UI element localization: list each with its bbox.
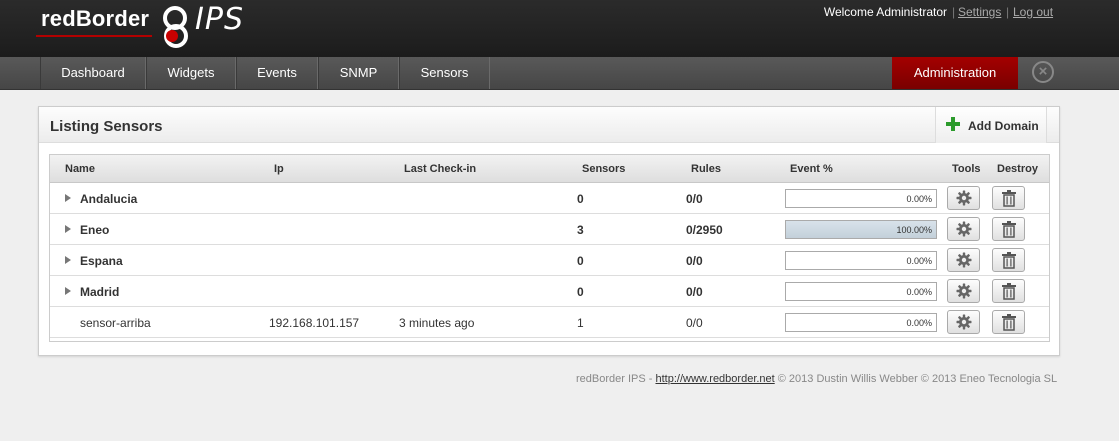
header-separator: | <box>1006 5 1010 19</box>
row-sensors: 3 <box>577 223 584 237</box>
event-pct-text: 0.00% <box>906 194 932 204</box>
top-header: redBorder IPS Welcome Administrator | Se… <box>0 0 1119 57</box>
tools-button[interactable] <box>947 217 980 241</box>
row-rules: 0/0 <box>686 316 703 330</box>
row-name: sensor-arriba <box>80 316 151 330</box>
row-rules: 0/0 <box>686 192 703 206</box>
expand-caret-icon[interactable] <box>65 287 71 295</box>
listing-sensors-panel: Listing Sensors Add Domain Name Ip Last … <box>38 106 1060 356</box>
tools-button[interactable] <box>947 279 980 303</box>
panel-title: Listing Sensors <box>50 118 163 135</box>
expand-caret-icon[interactable] <box>65 256 71 264</box>
tools-button[interactable] <box>947 248 980 272</box>
redborder-logo-icon <box>160 4 194 53</box>
welcome-text: Welcome Administrator <box>823 5 947 19</box>
col-tools: Tools <box>952 163 981 175</box>
nav-dashboard[interactable]: Dashboard <box>40 57 146 89</box>
col-last-checkin[interactable]: Last Check-in <box>404 163 476 175</box>
destroy-button[interactable] <box>992 186 1025 210</box>
table-row: Eneo 3 0/2950 100.00% <box>50 214 1049 245</box>
row-sensors: 0 <box>577 285 584 299</box>
event-progress-bar: 0.00% <box>785 282 937 301</box>
col-rules[interactable]: Rules <box>691 163 721 175</box>
nav-widgets[interactable]: Widgets <box>146 57 236 89</box>
add-domain-label: Add Domain <box>968 119 1039 133</box>
header-separator: | <box>952 5 956 19</box>
col-name[interactable]: Name <box>65 163 95 175</box>
footer: redBorder IPS - http://www.redborder.net… <box>576 373 1057 385</box>
destroy-button[interactable] <box>992 217 1025 241</box>
row-sensors: 0 <box>577 192 584 206</box>
event-progress-bar: 100.00% <box>785 220 937 239</box>
row-name[interactable]: Eneo <box>80 223 109 237</box>
logout-link[interactable]: Log out <box>1013 5 1053 19</box>
row-rules: 0/2950 <box>686 223 723 237</box>
tools-button[interactable] <box>947 186 980 210</box>
event-progress-bar: 0.00% <box>785 189 937 208</box>
event-pct-text: 0.00% <box>906 287 932 297</box>
logo-underline <box>36 35 152 37</box>
destroy-button[interactable] <box>992 248 1025 272</box>
destroy-button[interactable] <box>992 310 1025 334</box>
expand-caret-icon[interactable] <box>65 194 71 202</box>
row-sensors: 0 <box>577 254 584 268</box>
col-destroy: Destroy <box>997 163 1038 175</box>
nav-administration[interactable]: Administration <box>892 57 1018 89</box>
table-row: Espana 0 0/0 0.00% <box>50 245 1049 276</box>
logo-product: IPS <box>195 2 244 37</box>
nav-sensors[interactable]: Sensors <box>399 57 490 89</box>
event-pct-text: 0.00% <box>906 318 932 328</box>
footer-prefix: redBorder IPS - <box>576 373 656 385</box>
nav-snmp[interactable]: SNMP <box>318 57 399 89</box>
expand-caret-icon[interactable] <box>65 225 71 233</box>
table-row: Madrid 0 0/0 0.00% <box>50 276 1049 307</box>
row-name[interactable]: Andalucia <box>80 192 137 206</box>
event-progress-bar: 0.00% <box>785 313 937 332</box>
table-row: sensor-arriba 192.168.101.157 3 minutes ag… <box>50 307 1049 338</box>
footer-copyright: © 2013 Dustin Willis Webber © 2013 Eneo … <box>774 373 1058 385</box>
table-row: Andalucia 0 0/0 0.00% <box>50 183 1049 214</box>
row-ip: 192.168.101.157 <box>269 316 360 330</box>
footer-link[interactable]: http://www.redborder.net <box>655 373 774 385</box>
add-domain-button[interactable]: Add Domain <box>935 107 1047 143</box>
close-circle-icon[interactable]: × <box>1032 61 1054 83</box>
row-sensors: 1 <box>577 316 584 330</box>
row-name[interactable]: Espana <box>80 254 123 268</box>
destroy-button[interactable] <box>992 279 1025 303</box>
table-header: Name Ip Last Check-in Sensors Rules Even… <box>50 155 1049 183</box>
logo-text: redBorder <box>41 6 150 31</box>
plus-icon <box>946 117 960 131</box>
sensors-table: Name Ip Last Check-in Sensors Rules Even… <box>49 154 1050 342</box>
row-rules: 0/0 <box>686 254 703 268</box>
row-rules: 0/0 <box>686 285 703 299</box>
nav-events[interactable]: Events <box>236 57 318 89</box>
event-pct-text: 0.00% <box>906 256 932 266</box>
row-last-checkin: 3 minutes ago <box>399 316 475 330</box>
col-sensors[interactable]: Sensors <box>582 163 625 175</box>
row-name[interactable]: Madrid <box>80 285 119 299</box>
tools-button[interactable] <box>947 310 980 334</box>
main-nav: Dashboard Widgets Events SNMP Sensors Ad… <box>0 57 1119 90</box>
col-ip[interactable]: Ip <box>274 163 284 175</box>
col-event-pct[interactable]: Event % <box>790 163 833 175</box>
panel-header: Listing Sensors Add Domain <box>39 107 1059 143</box>
event-pct-text: 100.00% <box>896 225 932 235</box>
event-progress-bar: 0.00% <box>785 251 937 270</box>
settings-link[interactable]: Settings <box>958 5 1001 19</box>
